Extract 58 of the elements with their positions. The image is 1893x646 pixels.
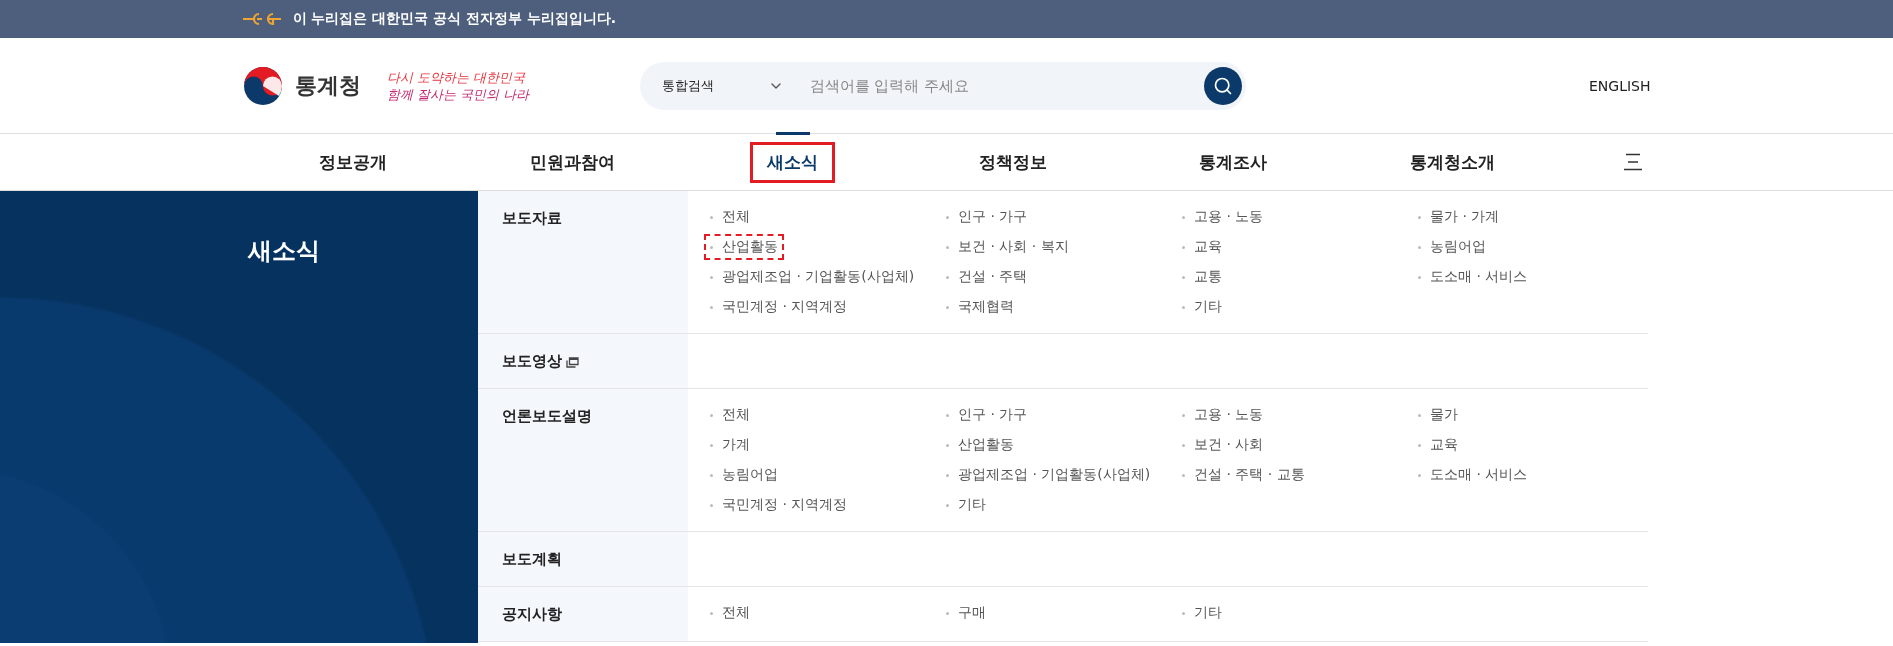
egov-logo-icon [242,12,281,26]
submenu-link[interactable]: 보건 · 사회 [1178,434,1268,456]
submenu-link[interactable]: 기타 [942,494,990,516]
nav-tab[interactable]: 정보공개 [242,134,463,190]
category-link[interactable]: 보도자료 [502,206,562,230]
nav-tab[interactable]: 새소식 [682,134,903,190]
submenu-link[interactable]: 인구 · 가구 [942,404,1032,426]
submenu-link[interactable]: 산업활동 [942,434,1018,456]
search-button[interactable] [1203,66,1242,105]
submenu-link[interactable]: 기타 [1178,602,1226,624]
nav-tab[interactable]: 통계조사 [1122,134,1343,190]
submenu-link[interactable]: 물가 [1414,404,1462,426]
highlight-frame: 새소식 [750,141,835,183]
submenu-link[interactable]: 농림어업 [706,464,782,486]
nav-tab[interactable]: 통계청소개 [1342,134,1563,190]
submenu-link[interactable]: 전체 [706,602,754,624]
submenu-link[interactable]: 교육 [1414,434,1462,456]
submenu-link[interactable]: 교육 [1178,236,1226,258]
submenu-link[interactable]: 물가 · 가계 [1414,206,1504,228]
search-icon [1212,75,1233,96]
submenu-link[interactable]: 광업제조업 · 기업활동(사업체) [706,266,919,288]
submenu-link[interactable]: 전체 [706,206,754,228]
submenu-link[interactable]: 건설 · 주택 · 교통 [1178,464,1309,486]
submenu-link[interactable]: 고용 · 노동 [1178,404,1268,426]
slogan-text: 함께 잘사는 국민의 나라 [386,85,529,103]
submenu-link[interactable]: 고용 · 노동 [1178,206,1268,228]
nav-tab[interactable]: 정책정보 [902,134,1123,190]
side-panel-title: 새소식 [248,236,321,267]
submenu-link[interactable]: 건설 · 주택 [942,266,1032,288]
submenu-link[interactable]: 가계 [706,434,754,456]
submenu-link[interactable]: 보건 · 사회 · 복지 [942,236,1073,258]
submenu-link[interactable]: 전체 [706,404,754,426]
category-link[interactable]: 보도계획 [502,547,562,571]
submenu-link[interactable]: 기타 [1178,296,1226,318]
search-scope-dropdown[interactable]: 통합검색 [661,76,784,95]
nav-tab[interactable]: 민원과참여 [462,134,683,190]
category-link[interactable]: 공지사항 [502,602,562,626]
menu-icon [1622,153,1643,171]
logo-text[interactable]: 통계청 [294,70,361,101]
slogan-text: 다시 도약하는 대한민국 [386,68,526,86]
submenu-link[interactable]: 농림어업 [1414,236,1490,258]
submenu-link[interactable]: 교통 [1178,266,1226,288]
submenu-link[interactable]: 산업활동 [706,236,782,258]
submenu-link[interactable]: 광업제조업 · 기업활동(사업체) [942,464,1155,486]
category-link[interactable]: 언론보도설명 [502,404,592,428]
search-field[interactable]: 통합검색 검색어를 입력해 주세요 [639,61,1246,110]
submenu-link[interactable]: 국민계정 · 지역계정 [706,494,852,516]
government-notice-text: 이 누리집은 대한민국 공식 전자정부 누리집입니다. [292,10,617,28]
submenu-link[interactable]: 국제협력 [942,296,1018,318]
government-emblem-icon [242,65,283,106]
submenu-link[interactable]: 구매 [942,602,990,624]
submenu-link[interactable]: 인구 · 가구 [942,206,1032,228]
submenu-link[interactable]: 도소매 · 서비스 [1414,464,1532,486]
category-link[interactable]: 보도영상 [502,349,562,373]
submenu-link[interactable]: 국민계정 · 지역계정 [706,296,852,318]
submenu-link[interactable]: 도소매 · 서비스 [1414,266,1532,288]
new-window-icon [566,357,579,368]
english-link[interactable]: ENGLISH [1589,77,1651,94]
